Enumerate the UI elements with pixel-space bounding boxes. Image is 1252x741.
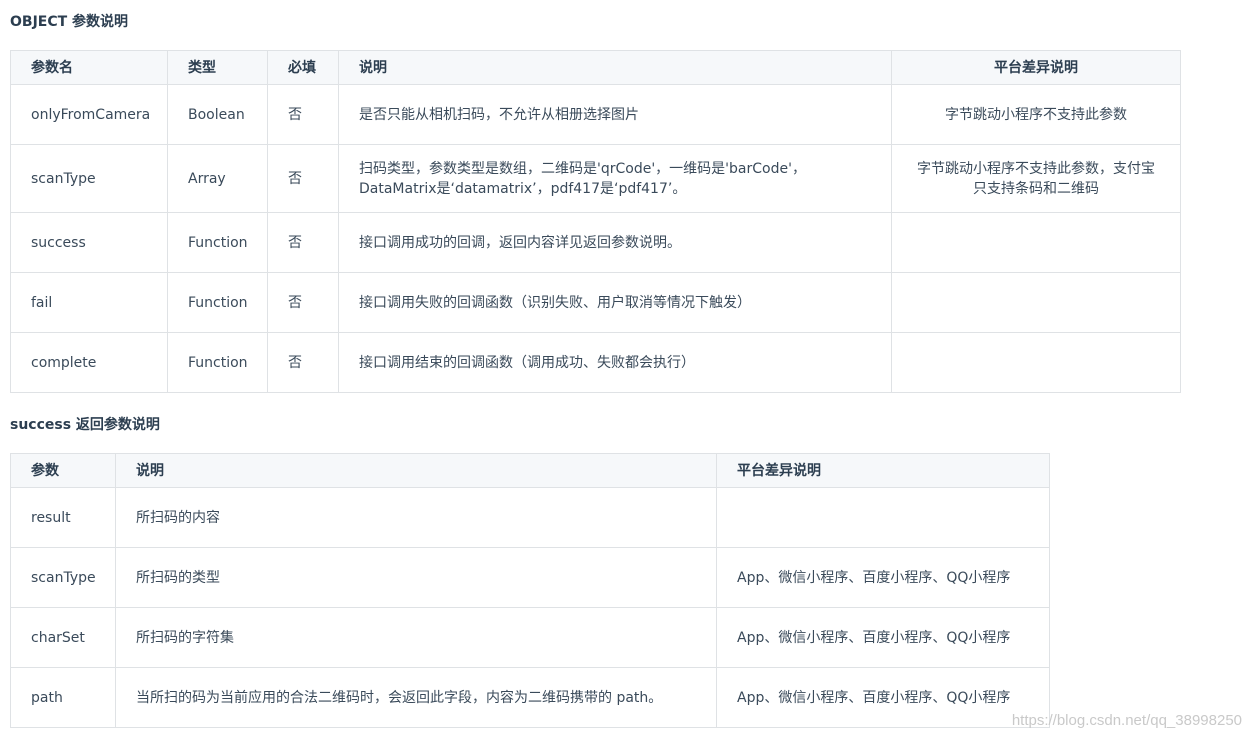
- table-row: scanType 所扫码的类型 App、微信小程序、百度小程序、QQ小程序: [10, 547, 1050, 608]
- cell-type: Array: [167, 144, 268, 213]
- cell-type: Boolean: [167, 84, 268, 145]
- table-row: result 所扫码的内容: [10, 487, 1050, 548]
- cell-description: 是否只能从相机扫码，不允许从相册选择图片: [338, 84, 892, 145]
- success-params-table: 参数 说明 平台差异说明 result 所扫码的内容 scanType 所扫码的…: [10, 453, 1050, 728]
- cell-description: 所扫码的内容: [115, 487, 717, 548]
- cell-description: 接口调用失败的回调函数（识别失败、用户取消等情况下触发）: [338, 272, 892, 333]
- header-description: 说明: [338, 50, 892, 85]
- cell-type: Function: [167, 212, 268, 273]
- header-platform-diff: 平台差异说明: [891, 50, 1181, 85]
- header-description: 说明: [115, 453, 717, 488]
- cell-platform: App、微信小程序、百度小程序、QQ小程序: [716, 607, 1050, 668]
- cell-param: result: [10, 487, 116, 548]
- table-header-row: 参数名 类型 必填 说明 平台差异说明: [10, 50, 1181, 85]
- cell-param: success: [10, 212, 168, 273]
- cell-type: Function: [167, 272, 268, 333]
- cell-param: onlyFromCamera: [10, 84, 168, 145]
- table-row: success Function 否 接口调用成功的回调，返回内容详见返回参数说…: [10, 212, 1181, 273]
- table-row: charSet 所扫码的字符集 App、微信小程序、百度小程序、QQ小程序: [10, 607, 1050, 668]
- cell-platform: App、微信小程序、百度小程序、QQ小程序: [716, 667, 1050, 728]
- object-params-table: 参数名 类型 必填 说明 平台差异说明 onlyFromCamera Boole…: [10, 50, 1181, 393]
- table-row: fail Function 否 接口调用失败的回调函数（识别失败、用户取消等情况…: [10, 272, 1181, 333]
- cell-param: charSet: [10, 607, 116, 668]
- table-row: scanType Array 否 扫码类型，参数类型是数组，二维码是'qrCod…: [10, 144, 1181, 213]
- header-required: 必填: [267, 50, 339, 85]
- cell-platform: [716, 487, 1050, 548]
- cell-description: 所扫码的类型: [115, 547, 717, 608]
- cell-platform: 字节跳动小程序不支持此参数: [891, 84, 1181, 145]
- header-platform-diff: 平台差异说明: [716, 453, 1050, 488]
- section-title-success-params: success 返回参数说明: [10, 417, 160, 433]
- cell-required: 否: [267, 272, 339, 333]
- cell-param: path: [10, 667, 116, 728]
- watermark-url: https://blog.csdn.net/qq_38998250: [1011, 712, 1242, 729]
- cell-type: Function: [167, 332, 268, 393]
- header-param: 参数: [10, 453, 116, 488]
- table-row: path 当所扫的码为当前应用的合法二维码时，会返回此字段，内容为二维码携带的 …: [10, 667, 1050, 728]
- table-row: onlyFromCamera Boolean 否 是否只能从相机扫码，不允许从相…: [10, 84, 1181, 145]
- cell-platform: [891, 332, 1181, 393]
- cell-platform: [891, 212, 1181, 273]
- cell-description: 所扫码的字符集: [115, 607, 717, 668]
- table-header-row: 参数 说明 平台差异说明: [10, 453, 1050, 488]
- cell-description: 接口调用结束的回调函数（调用成功、失败都会执行）: [338, 332, 892, 393]
- cell-param: fail: [10, 272, 168, 333]
- cell-description: 当所扫的码为当前应用的合法二维码时，会返回此字段，内容为二维码携带的 path。: [115, 667, 717, 728]
- cell-required: 否: [267, 332, 339, 393]
- cell-required: 否: [267, 84, 339, 145]
- cell-description: 扫码类型，参数类型是数组，二维码是'qrCode'，一维码是'barCode'，…: [338, 144, 892, 213]
- section-title-object-params: OBJECT 参数说明: [10, 14, 129, 30]
- cell-platform: 字节跳动小程序不支持此参数，支付宝只支持条码和二维码: [891, 144, 1181, 213]
- cell-param: scanType: [10, 144, 168, 213]
- cell-required: 否: [267, 144, 339, 213]
- cell-param: complete: [10, 332, 168, 393]
- table-row: complete Function 否 接口调用结束的回调函数（调用成功、失败都…: [10, 332, 1181, 393]
- header-type: 类型: [167, 50, 268, 85]
- cell-platform: App、微信小程序、百度小程序、QQ小程序: [716, 547, 1050, 608]
- cell-required: 否: [267, 212, 339, 273]
- cell-description: 接口调用成功的回调，返回内容详见返回参数说明。: [338, 212, 892, 273]
- cell-platform: [891, 272, 1181, 333]
- cell-param: scanType: [10, 547, 116, 608]
- header-param-name: 参数名: [10, 50, 168, 85]
